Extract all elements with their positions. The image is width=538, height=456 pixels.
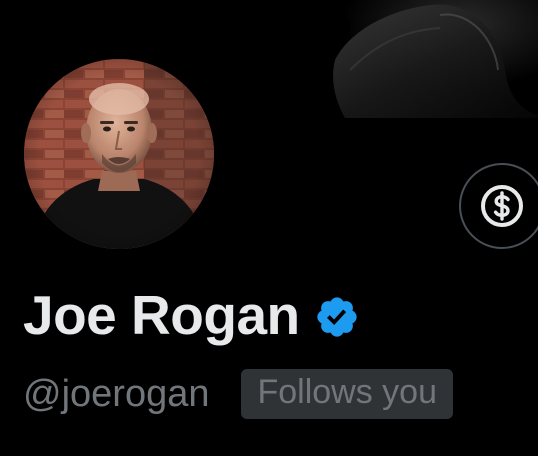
verified-badge-icon[interactable] xyxy=(314,294,360,340)
avatar[interactable] xyxy=(24,59,214,249)
display-name-row: Joe Rogan xyxy=(23,280,360,350)
handle-row: @joerogan Follows you xyxy=(23,366,453,422)
dollar-icon xyxy=(481,185,523,227)
user-handle: @joerogan xyxy=(23,373,210,415)
follows-you-badge: Follows you xyxy=(241,369,453,419)
tip-button[interactable] xyxy=(459,163,538,249)
display-name: Joe Rogan xyxy=(23,284,300,346)
avatar-photo xyxy=(24,59,214,249)
